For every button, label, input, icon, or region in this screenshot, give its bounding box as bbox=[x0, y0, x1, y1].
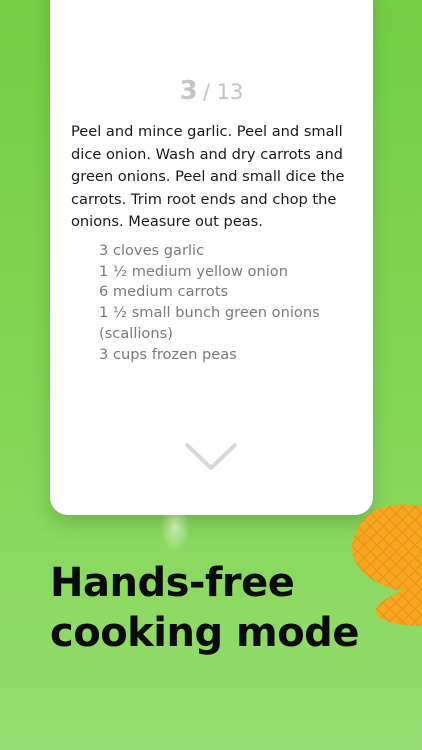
ingredient-item: 1 ½ small bunch green onions (scallions) bbox=[99, 304, 320, 342]
ingredient-list: 3 cloves garlic 1 ½ medium yellow onion … bbox=[99, 241, 349, 365]
step-instructions: Peel and mince garlic. Peel and small di… bbox=[71, 123, 345, 230]
ingredient-item: 1 ½ medium yellow onion bbox=[99, 262, 288, 280]
ingredient-item: 3 cloves garlic bbox=[99, 242, 205, 259]
light-flare bbox=[160, 512, 190, 552]
ingredient-item: 3 cups frozen peas bbox=[99, 345, 237, 363]
step-current: 3 bbox=[179, 76, 198, 106]
headline: Hands-free cooking mode bbox=[50, 558, 359, 658]
waffle-icon bbox=[351, 504, 422, 626]
step-total: / 13 bbox=[202, 80, 244, 104]
headline-line-2: cooking mode bbox=[50, 610, 359, 656]
headline-line-1: Hands-free bbox=[50, 560, 295, 606]
recipe-step-card: 3 / 13 Peel and mince garlic. Peel and s… bbox=[50, 0, 373, 515]
chevron-down-icon[interactable] bbox=[184, 442, 238, 472]
step-counter: 3 / 13 bbox=[50, 76, 373, 106]
ingredient-item: 6 medium carrots bbox=[99, 283, 229, 301]
